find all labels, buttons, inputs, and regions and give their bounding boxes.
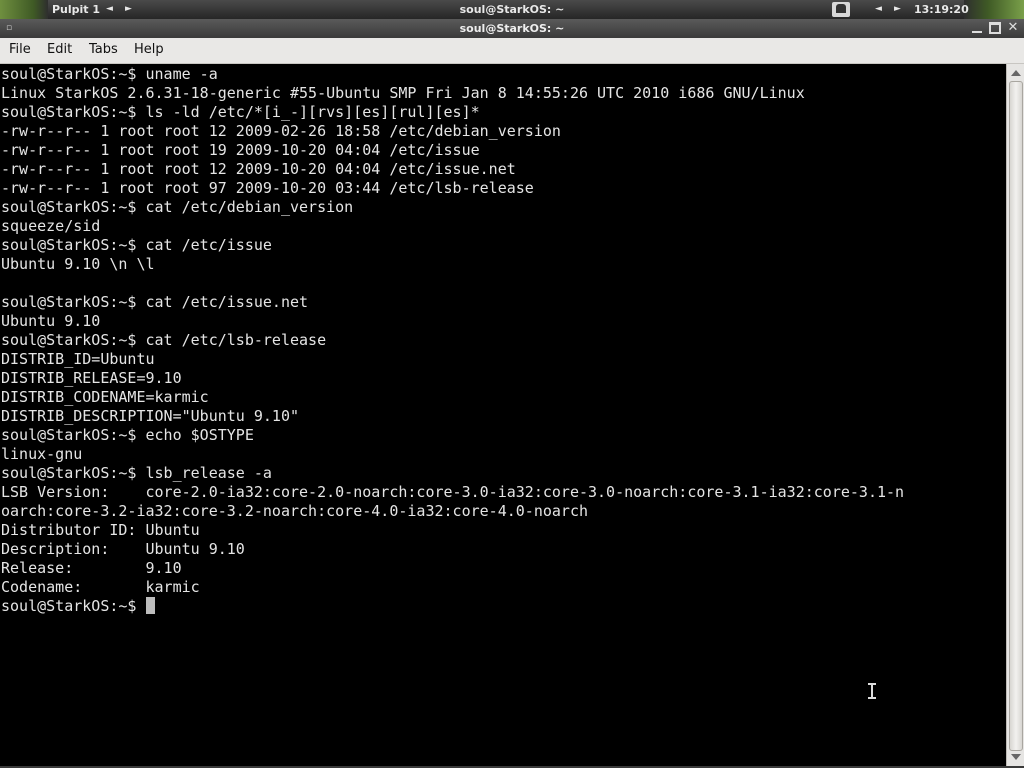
terminal-line: soul@StarkOS:~$ cat /etc/issue [1, 236, 272, 254]
terminal-output: soul@StarkOS:~$ uname -a Linux StarkOS 2… [0, 64, 1006, 616]
terminal-line: -rw-r--r-- 1 root root 12 2009-10-20 04:… [1, 160, 516, 178]
menu-help[interactable]: Help [134, 42, 164, 57]
terminal-line: Distributor ID: Ubuntu [1, 521, 200, 539]
window-title: soul@StarkOS: ~ [459, 22, 565, 35]
terminal-line: soul@StarkOS:~$ cat /etc/debian_version [1, 198, 354, 216]
text-cursor-ibeam-icon [868, 683, 876, 699]
window-titlebar[interactable]: ▫ soul@StarkOS: ~ ✕ [0, 19, 1024, 38]
scrollbar-thumb[interactable] [1009, 81, 1023, 751]
terminal-line: Codename: karmic [1, 578, 200, 596]
terminal-line: squeeze/sid [1, 217, 101, 235]
terminal-line: LSB Version: core-2.0-ia32:core-2.0-noar… [1, 483, 905, 501]
panel-window-title: soul@StarkOS: ~ [459, 3, 565, 16]
tray-prev-arrow-icon[interactable]: ◄ [875, 3, 882, 16]
terminal-line: -rw-r--r-- 1 root root 12 2009-02-26 18:… [1, 122, 561, 140]
maximize-button[interactable] [989, 22, 1001, 34]
terminal-line: soul@StarkOS:~$ lsb_release -a [1, 464, 272, 482]
close-button[interactable]: ✕ [1007, 21, 1019, 34]
terminal-line: -rw-r--r-- 1 root root 19 2009-10-20 04:… [1, 141, 480, 159]
scroll-up-arrow-icon[interactable] [1011, 70, 1021, 76]
terminal-line: soul@StarkOS:~$ ls -ld /etc/*[i_-][rvs][… [1, 103, 480, 121]
terminal-line: soul@StarkOS:~$ cat /etc/lsb-release [1, 331, 327, 349]
scroll-down-arrow-icon[interactable] [1011, 754, 1021, 760]
terminal-area[interactable]: soul@StarkOS:~$ uname -a Linux StarkOS 2… [0, 64, 1006, 766]
terminal-line: Ubuntu 9.10 \n \l [1, 255, 155, 273]
terminal-line: DISTRIB_DESCRIPTION="Ubuntu 9.10" [1, 407, 300, 425]
terminal-line: DISTRIB_RELEASE=9.10 [1, 369, 182, 387]
top-panel: Pulpit 1 ◄ ► soul@StarkOS: ~ ◄ ► 13:19:2… [0, 0, 1024, 19]
minimize-button[interactable] [971, 22, 983, 34]
tray-next-arrow-icon[interactable]: ► [894, 3, 901, 16]
terminal-line: soul@StarkOS:~$ cat /etc/issue.net [1, 293, 309, 311]
terminal-line: Release: 9.10 [1, 559, 182, 577]
terminal-line: soul@StarkOS:~$ uname -a [1, 65, 218, 83]
menu-tabs[interactable]: Tabs [89, 42, 118, 57]
terminal-prompt: soul@StarkOS:~$ [1, 597, 146, 615]
terminal-line: Linux StarkOS 2.6.31-18-generic #55-Ubun… [1, 84, 805, 102]
menu-file[interactable]: File [9, 42, 31, 57]
menu-edit[interactable]: Edit [47, 42, 72, 57]
terminal-line: oarch:core-3.2-ia32:core-3.2-noarch:core… [1, 502, 588, 520]
clock[interactable]: 13:19:20 [914, 3, 969, 16]
terminal-line: Description: Ubuntu 9.10 [1, 540, 245, 558]
terminal-line: Ubuntu 9.10 [1, 312, 101, 330]
terminal-block-cursor [145, 597, 155, 614]
window-app-icon[interactable] [832, 2, 850, 17]
terminal-line: DISTRIB_CODENAME=karmic [1, 388, 209, 406]
vertical-scrollbar[interactable] [1006, 64, 1024, 766]
terminal-line: DISTRIB_ID=Ubuntu [1, 350, 155, 368]
menubar: File Edit Tabs Help [0, 38, 1024, 64]
terminal-line: linux-gnu [1, 445, 83, 463]
terminal-line: -rw-r--r-- 1 root root 97 2009-10-20 03:… [1, 179, 534, 197]
terminal-line: soul@StarkOS:~$ echo $OSTYPE [1, 426, 254, 444]
